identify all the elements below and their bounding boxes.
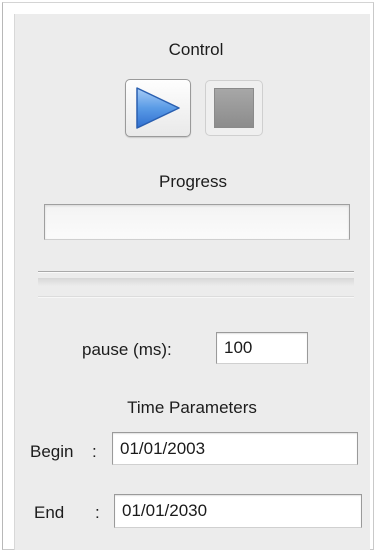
progress-heading: Progress [158,172,228,191]
end-label: End [34,503,65,522]
stop-icon [214,88,254,128]
separator [38,271,354,273]
end-date-input[interactable] [114,494,362,528]
control-heading: Control [168,40,224,59]
separator [38,296,354,298]
pause-ms-input[interactable] [216,332,308,364]
play-icon [136,87,180,129]
time-parameters-heading: Time Parameters [127,398,257,417]
end-separator: : [95,503,100,522]
progress-bar [44,204,350,240]
begin-date-input[interactable] [112,432,358,465]
stop-button[interactable] [205,80,263,136]
pause-label: pause (ms): [82,340,172,359]
play-button[interactable] [125,79,191,137]
separator-shadow [38,278,354,286]
begin-separator: : [92,442,97,461]
begin-label: Begin [30,442,74,461]
